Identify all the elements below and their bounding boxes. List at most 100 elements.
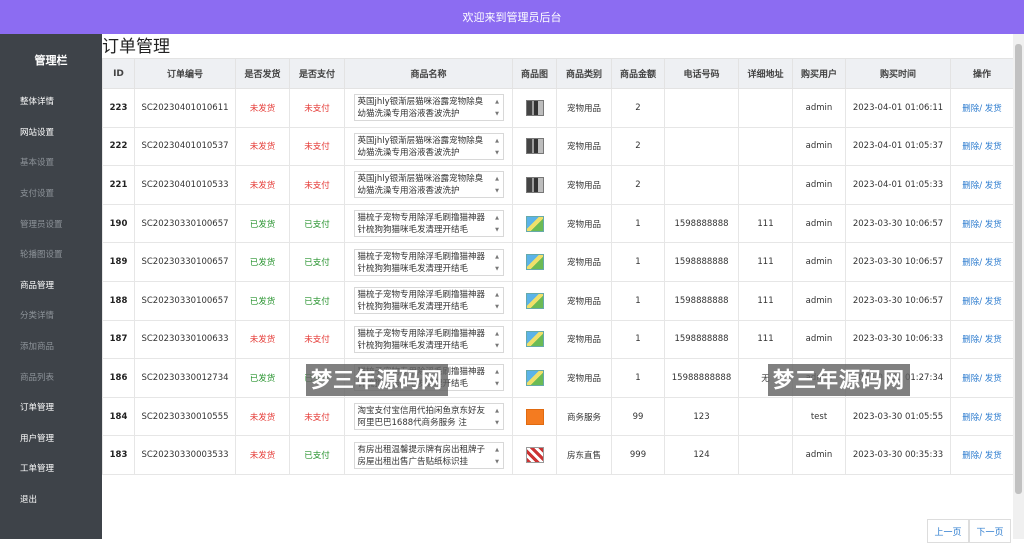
payment-status: 未支付 — [289, 88, 345, 128]
sidebar-item[interactable]: 添加商品 — [0, 331, 102, 362]
order-id: 222 — [102, 126, 135, 167]
product-name-textarea[interactable]: 猫梳子宠物专用除浮毛刷撸猫神器针梳狗狗猫咪毛发清理开结毛 ▲▼ — [353, 325, 504, 353]
ship-link[interactable]: / 发货 — [979, 104, 1002, 114]
scroll-down-icon[interactable]: ▼ — [495, 456, 499, 468]
product-name-textarea[interactable]: 英国jhly银渐层猫咪浴露宠物除臭幼猫洗澡专用浴液香波洗护 ▲ ▼ — [353, 94, 504, 122]
textarea-scrollbar[interactable]: ▲ ▼ — [493, 444, 502, 467]
delete-link[interactable]: 删除 — [962, 142, 979, 152]
column-header: 是否发货 — [235, 58, 290, 89]
textarea-scrollbar[interactable]: ▲ ▼ — [493, 96, 502, 119]
ship-link[interactable]: / 发货 — [979, 451, 1002, 461]
product-category: 宠物用品 — [556, 242, 612, 282]
ship-link[interactable]: / 发货 — [979, 181, 1002, 191]
table-row: 189 SC20230330100657 已发货 已支付 猫梳子宠物专用除浮毛刷撸猫神器… — [102, 242, 1014, 282]
phone-number — [664, 126, 739, 167]
scroll-down-icon[interactable]: ▼ — [495, 147, 499, 159]
buyer-user: admin — [792, 88, 846, 128]
product-name-cell: 英国jhly银渐层猫咪浴露宠物除臭幼猫洗澡专用浴液香波洗护 ▲ ▼ — [344, 126, 513, 167]
scroll-up-icon[interactable]: ▲ — [495, 328, 499, 340]
column-header: 购买时间 — [845, 58, 951, 89]
ship-link[interactable]: / 发货 — [979, 413, 1002, 423]
product-name-textarea[interactable]: 猫梳子宠物专用除浮毛刷撸猫神器针梳狗狗猫咪毛发清理开结毛 ▲▼ — [353, 210, 504, 238]
scroll-down-icon[interactable]: ▼ — [495, 340, 499, 352]
product-name-textarea[interactable]: 淘宝支付宝信用代拍闲鱼京东好友阿里巴巴1688代商务服务 注 ▲ ▼ — [353, 403, 504, 431]
product-name-textarea[interactable]: 猫梳子宠物专用除浮毛刷撸猫神器针梳狗狗猫咪毛发清理开结毛 ▲▼ — [353, 287, 504, 315]
sidebar-item[interactable]: 商品列表 — [0, 361, 102, 392]
address — [738, 126, 793, 167]
next-page-button[interactable]: 下一页 — [969, 519, 1011, 543]
ship-link[interactable]: / 发货 — [979, 258, 1002, 268]
scroll-down-icon[interactable]: ▼ — [495, 263, 499, 275]
prev-page-button[interactable]: 上一页 — [927, 519, 969, 543]
product-name-textarea[interactable]: 猫梳子宠物专用除浮毛刷撸猫神器针梳狗狗猫咪毛发清理开结毛 ▲▼ — [353, 248, 504, 276]
textarea-scrollbar[interactable]: ▲ ▼ — [493, 173, 502, 196]
scroll-down-icon[interactable]: ▼ — [495, 417, 499, 429]
ship-link[interactable]: / 发货 — [979, 220, 1002, 230]
sidebar-item[interactable]: 商品管理 — [0, 270, 102, 301]
textarea-scrollbar[interactable]: ▲ ▼ — [493, 135, 502, 158]
purchase-time: 2023-04-01 01:05:33 — [845, 165, 951, 205]
textarea-scrollbar[interactable]: ▲ ▼ — [493, 405, 502, 428]
product-image-cell — [512, 435, 557, 475]
ship-link[interactable]: / 发货 — [979, 374, 1002, 384]
delete-link[interactable]: 删除 — [962, 335, 979, 345]
scroll-down-icon[interactable]: ▼ — [495, 224, 499, 236]
scroll-up-icon[interactable]: ▲ — [495, 135, 499, 147]
sidebar-item[interactable]: 整体详情 — [0, 86, 102, 117]
sidebar-item[interactable]: 网站设置 — [0, 117, 102, 148]
actions-cell: 删除/ 发货 — [950, 88, 1014, 128]
sidebar-item[interactable]: 轮播图设置 — [0, 239, 102, 270]
product-name-cell: 英国jhly银渐层猫咪浴露宠物除臭幼猫洗澡专用浴液香波洗护 ▲ ▼ — [344, 88, 513, 128]
scroll-up-icon[interactable]: ▲ — [495, 96, 499, 108]
scroll-up-icon[interactable]: ▲ — [495, 212, 499, 224]
textarea-scrollbar[interactable]: ▲ ▼ — [493, 251, 502, 274]
ship-link[interactable]: / 发货 — [979, 335, 1002, 345]
scroll-down-icon[interactable]: ▼ — [495, 108, 499, 120]
product-name-textarea[interactable]: 英国jhly银渐层猫咪浴露宠物除臭幼猫洗澡专用浴液香波洗护 ▲ ▼ — [353, 132, 504, 160]
address — [738, 165, 793, 205]
top-header: 欢迎来到管理员后台 — [0, 0, 1024, 34]
sidebar-item[interactable]: 工单管理 — [0, 453, 102, 484]
scroll-up-icon[interactable]: ▲ — [495, 444, 499, 456]
sidebar-item[interactable]: 退出 — [0, 484, 102, 515]
product-name-textarea[interactable]: 有房出租温馨提示牌有房出租牌子房屋出租出售广告贴纸标识挂 ▲ ▼ — [353, 441, 504, 469]
sidebar-item[interactable]: 订单管理 — [0, 392, 102, 423]
ship-link[interactable]: / 发货 — [979, 142, 1002, 152]
page-scrollbar-thumb[interactable] — [1015, 44, 1022, 494]
delete-link[interactable]: 删除 — [962, 181, 979, 191]
delete-link[interactable]: 删除 — [962, 258, 979, 268]
ship-link[interactable]: / 发货 — [979, 297, 1002, 307]
product-amount: 1 — [611, 358, 665, 398]
scroll-down-icon[interactable]: ▼ — [495, 301, 499, 313]
scroll-up-icon[interactable]: ▲ — [495, 366, 499, 378]
product-name-textarea[interactable]: 英国jhly银渐层猫咪浴露宠物除臭幼猫洗澡专用浴液香波洗护 ▲ ▼ — [353, 171, 504, 199]
delete-link[interactable]: 删除 — [962, 451, 979, 461]
textarea-scrollbar[interactable]: ▲ ▼ — [493, 366, 502, 389]
scroll-up-icon[interactable]: ▲ — [495, 405, 499, 417]
delete-link[interactable]: 删除 — [962, 297, 979, 307]
delete-link[interactable]: 删除 — [962, 220, 979, 230]
textarea-scrollbar[interactable]: ▲ ▼ — [493, 212, 502, 235]
delete-link[interactable]: 删除 — [962, 413, 979, 423]
payment-status: 未支付 — [289, 319, 345, 360]
buyer-user: admin — [792, 165, 846, 205]
actions-cell: 删除/ 发货 — [950, 242, 1014, 282]
scroll-up-icon[interactable]: ▲ — [495, 173, 499, 185]
scroll-down-icon[interactable]: ▼ — [495, 185, 499, 197]
sidebar-item[interactable]: 支付设置 — [0, 178, 102, 209]
sidebar-item[interactable]: 基本设置 — [0, 147, 102, 178]
shipping-status: 已发货 — [235, 203, 290, 244]
shipping-status: 未发货 — [235, 396, 290, 437]
sidebar-item[interactable]: 分类详情 — [0, 300, 102, 331]
delete-link[interactable]: 删除 — [962, 104, 979, 114]
scroll-up-icon[interactable]: ▲ — [495, 251, 499, 263]
delete-link[interactable]: 删除 — [962, 374, 979, 384]
textarea-scrollbar[interactable]: ▲ ▼ — [493, 289, 502, 312]
scroll-up-icon[interactable]: ▲ — [495, 289, 499, 301]
product-category: 宠物用品 — [556, 358, 612, 398]
textarea-scrollbar[interactable]: ▲ ▼ — [493, 328, 502, 351]
sidebar-item[interactable]: 用户管理 — [0, 423, 102, 454]
scroll-down-icon[interactable]: ▼ — [495, 378, 499, 390]
column-header: 订单编号 — [134, 58, 236, 89]
sidebar-item[interactable]: 管理员设置 — [0, 208, 102, 239]
